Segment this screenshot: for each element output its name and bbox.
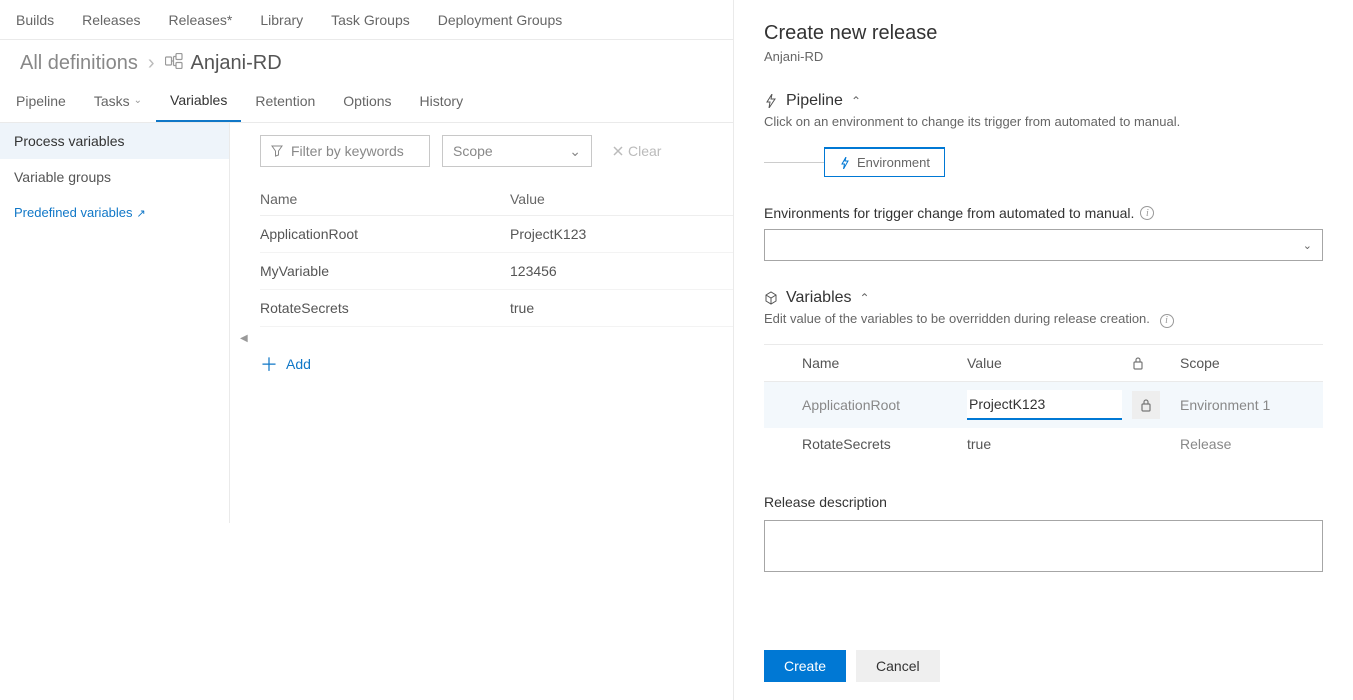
external-link-icon: ↗	[137, 208, 146, 220]
var-name: ApplicationRoot	[260, 226, 510, 242]
create-release-panel: Create new release Anjani-RD Pipeline ⌃ …	[733, 0, 1353, 700]
bolt-icon	[764, 94, 778, 108]
var-name: ApplicationRoot	[802, 397, 967, 413]
pipeline-section: Pipeline ⌃ Click on an environment to ch…	[764, 92, 1323, 261]
cancel-button[interactable]: Cancel	[856, 650, 940, 682]
tab-pipeline[interactable]: Pipeline	[16, 79, 80, 122]
override-variables-table: Name Value Scope ApplicationRoot Environ…	[764, 344, 1323, 460]
environment-box[interactable]: Environment	[824, 147, 945, 177]
sidebar-process-variables[interactable]: Process variables	[0, 123, 229, 159]
info-icon[interactable]: i	[1160, 314, 1174, 328]
var-value: true	[967, 436, 1132, 452]
nav-task-groups[interactable]: Task Groups	[317, 0, 424, 39]
table-row[interactable]: ApplicationRoot Environment 1	[764, 382, 1323, 428]
header-name: Name	[802, 355, 967, 371]
lock-icon	[1140, 398, 1152, 412]
left-panel: Process variables Variable groups Predef…	[0, 123, 230, 523]
panel-subtitle: Anjani-RD	[764, 49, 1323, 64]
variables-section: Variables ⌃ Edit value of the variables …	[764, 289, 1323, 460]
nav-builds[interactable]: Builds	[16, 0, 68, 39]
lock-icon	[1132, 356, 1144, 370]
var-value-input[interactable]	[967, 390, 1122, 420]
scope-dropdown[interactable]: Scope ⌄	[442, 135, 592, 167]
nav-releases[interactable]: Releases	[68, 0, 154, 39]
tab-retention[interactable]: Retention	[241, 79, 329, 122]
var-scope: Environment 1	[1180, 397, 1323, 413]
header-name[interactable]: Name	[260, 191, 510, 207]
bolt-icon	[839, 157, 851, 169]
table-row[interactable]: RotateSecrets true Release	[764, 428, 1323, 460]
panel-title: Create new release	[764, 22, 1323, 45]
env-change-select[interactable]: ⌄	[764, 229, 1323, 261]
connector-line	[764, 162, 824, 163]
nav-releases-star[interactable]: Releases*	[155, 0, 247, 39]
tab-variables[interactable]: Variables	[156, 79, 241, 122]
description-textarea[interactable]	[764, 520, 1323, 572]
info-icon[interactable]: i	[1140, 206, 1154, 220]
tab-tasks[interactable]: Tasks⌄	[80, 79, 156, 122]
close-icon	[612, 145, 624, 157]
collapse-handle[interactable]: ◀	[240, 333, 248, 344]
pipeline-desc: Click on an environment to change its tr…	[764, 114, 1323, 129]
header-scope: Scope	[1180, 355, 1323, 371]
nav-library[interactable]: Library	[246, 0, 317, 39]
nav-deployment-groups[interactable]: Deployment Groups	[424, 0, 577, 39]
filter-icon	[271, 145, 283, 157]
var-name: RotateSecrets	[260, 300, 510, 316]
sidebar-variable-groups[interactable]: Variable groups	[0, 159, 229, 195]
sidebar-predefined-link[interactable]: Predefined variables↗	[0, 195, 229, 230]
chevron-up-icon: ⌃	[860, 291, 870, 305]
tab-history[interactable]: History	[406, 79, 478, 122]
breadcrumb-root[interactable]: All definitions	[20, 52, 138, 75]
var-name: RotateSecrets	[802, 436, 967, 452]
pipeline-heading[interactable]: Pipeline ⌃	[764, 92, 1323, 110]
var-name: MyVariable	[260, 263, 510, 279]
filter-input[interactable]: Filter by keywords	[260, 135, 430, 167]
chevron-down-icon: ⌄	[569, 143, 581, 160]
table-header: Name Value Scope	[764, 345, 1323, 382]
header-lock	[1132, 355, 1180, 371]
lock-toggle[interactable]	[1132, 391, 1160, 419]
breadcrumb-separator: ›	[148, 52, 155, 75]
env-diagram: Environment	[764, 147, 1323, 177]
chevron-down-icon: ⌄	[134, 95, 142, 106]
chevron-down-icon: ⌄	[1303, 239, 1312, 252]
panel-footer: Create Cancel	[764, 630, 1323, 682]
var-scope: Release	[1180, 436, 1323, 452]
env-change-label: Environments for trigger change from aut…	[764, 205, 1323, 221]
description-label: Release description	[764, 494, 1323, 510]
clear-button[interactable]: Clear	[612, 143, 661, 159]
plus-icon: ＋	[260, 351, 278, 377]
package-icon	[764, 291, 778, 305]
variables-heading[interactable]: Variables ⌃	[764, 289, 1323, 307]
chevron-up-icon: ⌃	[851, 94, 861, 108]
create-button[interactable]: Create	[764, 650, 846, 682]
variables-desc: Edit value of the variables to be overri…	[764, 311, 1323, 328]
tab-options[interactable]: Options	[329, 79, 405, 122]
definition-icon	[165, 53, 183, 74]
header-value: Value	[967, 355, 1132, 371]
breadcrumb-title: Anjani-RD	[191, 52, 282, 75]
